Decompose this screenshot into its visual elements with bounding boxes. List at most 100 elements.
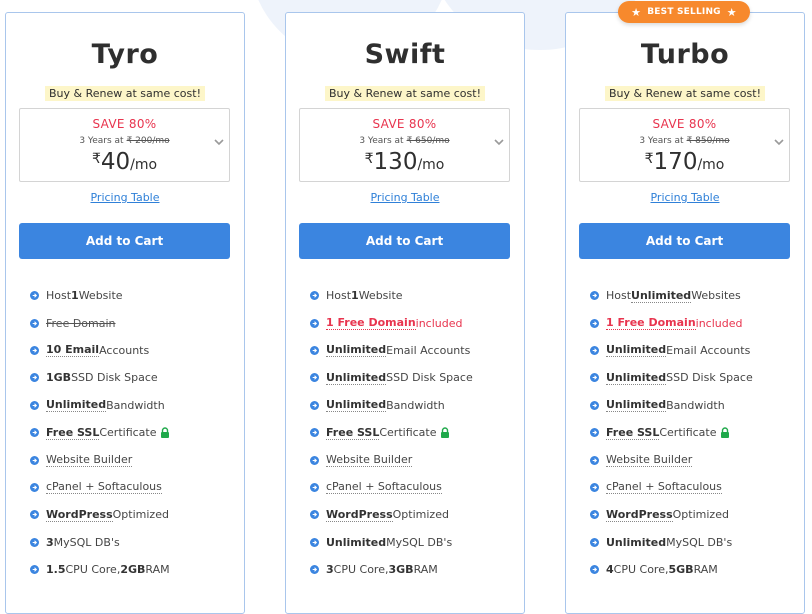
arrow-circle-right-icon — [310, 482, 319, 492]
feature-websites: Host 1 Website — [30, 282, 170, 309]
arrow-circle-right-icon — [590, 428, 599, 438]
price-period: /mo — [697, 157, 725, 173]
arrow-circle-right-icon — [310, 291, 319, 301]
feature-wordpress: WordPress Optimized — [310, 501, 473, 528]
price-period: /mo — [130, 157, 158, 173]
old-price: ₹ 850/mo — [686, 136, 730, 146]
arrow-circle-right-icon — [590, 373, 599, 383]
feature-ssl: Free SSL Certificate — [590, 419, 753, 446]
chevron-down-icon[interactable] — [212, 135, 226, 149]
feature-ssl: Free SSL Certificate — [30, 419, 170, 446]
term-label: 3 Years at — [639, 136, 684, 146]
arrow-circle-right-icon — [30, 482, 39, 492]
feature-domain: Free Domain — [30, 309, 170, 336]
price-amount: 130 — [373, 149, 418, 175]
price: ₹40/mo — [20, 149, 229, 175]
term-text: 3 Years at ₹ 200/mo — [20, 136, 229, 146]
arrow-circle-right-icon — [30, 400, 39, 410]
star-icon: ★ — [631, 5, 642, 19]
arrow-circle-right-icon — [590, 291, 599, 301]
lock-icon — [720, 427, 729, 439]
feature-mysql: 3 MySQL DB's — [30, 529, 170, 556]
term-text: 3 Years at ₹ 850/mo — [580, 136, 789, 146]
plan-card-turbo: Turbo Buy & Renew at same cost! SAVE 80%… — [565, 12, 805, 614]
term-selector[interactable]: SAVE 80% 3 Years at ₹ 200/mo ₹40/mo — [19, 108, 230, 182]
plan-title: Turbo — [640, 39, 730, 70]
lock-icon — [440, 427, 449, 439]
plan-card-swift: Swift Buy & Renew at same cost! SAVE 80%… — [285, 12, 525, 614]
feature-cpanel: cPanel + Softaculous — [590, 474, 753, 501]
currency-symbol: ₹ — [364, 151, 374, 167]
feature-list: Host Unlimited Websites 1 Free Domain in… — [590, 282, 753, 583]
price: ₹170/mo — [580, 149, 789, 175]
term-label: 3 Years at — [359, 136, 404, 146]
feature-wordpress: WordPress Optimized — [590, 501, 753, 528]
lock-icon — [160, 427, 169, 439]
arrow-circle-right-icon — [310, 455, 319, 465]
arrow-circle-right-icon — [310, 400, 319, 410]
arrow-circle-right-icon — [310, 345, 319, 355]
feature-domain: 1 Free Domain included — [310, 309, 473, 336]
feature-cpu-ram: 3 CPU Core, 3GB RAM — [310, 556, 473, 583]
arrow-circle-right-icon — [30, 510, 39, 520]
arrow-circle-right-icon — [590, 537, 599, 547]
best-selling-badge: ★ BEST SELLING ★ — [618, 1, 750, 23]
arrow-circle-right-icon — [590, 482, 599, 492]
save-label: SAVE 80% — [652, 117, 717, 131]
arrow-circle-right-icon — [310, 537, 319, 547]
pricing-table-link[interactable]: Pricing Table — [566, 191, 804, 204]
arrow-circle-right-icon — [310, 373, 319, 383]
feature-builder: Website Builder — [590, 446, 753, 473]
pricing-table-link[interactable]: Pricing Table — [6, 191, 244, 204]
chevron-down-icon[interactable] — [772, 135, 786, 149]
arrow-circle-right-icon — [310, 510, 319, 520]
feature-cpu-ram: 1.5 CPU Core, 2GB RAM — [30, 556, 170, 583]
currency-symbol: ₹ — [644, 151, 654, 167]
price: ₹130/mo — [300, 149, 509, 175]
badge-label: BEST SELLING — [647, 7, 721, 17]
plan-tagline: Buy & Renew at same cost! — [325, 86, 485, 101]
chevron-down-icon[interactable] — [492, 135, 506, 149]
feature-cpanel: cPanel + Softaculous — [30, 474, 170, 501]
plan-title: Swift — [364, 39, 446, 70]
arrow-circle-right-icon — [590, 510, 599, 520]
term-selector[interactable]: SAVE 80% 3 Years at ₹ 850/mo ₹170/mo — [579, 108, 790, 182]
add-to-cart-button[interactable]: Add to Cart — [579, 223, 790, 259]
feature-websites: Host Unlimited Websites — [590, 282, 753, 309]
old-price: ₹ 650/mo — [406, 136, 450, 146]
arrow-circle-right-icon — [310, 565, 319, 575]
term-label: 3 Years at — [79, 136, 124, 146]
price-amount: 170 — [653, 149, 698, 175]
feature-mysql: Unlimited MySQL DB's — [590, 529, 753, 556]
feature-email: Unlimited Email Accounts — [590, 337, 753, 364]
feature-mysql: Unlimited MySQL DB's — [310, 529, 473, 556]
term-selector[interactable]: SAVE 80% 3 Years at ₹ 650/mo ₹130/mo — [299, 108, 510, 182]
feature-email: 10 Email Accounts — [30, 337, 170, 364]
arrow-circle-right-icon — [590, 318, 599, 328]
old-price: ₹ 200/mo — [126, 136, 170, 146]
arrow-circle-right-icon — [310, 318, 319, 328]
arrow-circle-right-icon — [30, 318, 39, 328]
feature-email: Unlimited Email Accounts — [310, 337, 473, 364]
feature-builder: Website Builder — [30, 446, 170, 473]
arrow-circle-right-icon — [30, 291, 39, 301]
feature-bandwidth: Unlimited Bandwidth — [590, 392, 753, 419]
plan-card-tyro: Tyro Buy & Renew at same cost! SAVE 80% … — [5, 12, 245, 614]
feature-cpanel: cPanel + Softaculous — [310, 474, 473, 501]
feature-disk: Unlimited SSD Disk Space — [310, 364, 473, 391]
arrow-circle-right-icon — [30, 428, 39, 438]
add-to-cart-button[interactable]: Add to Cart — [19, 223, 230, 259]
feature-list: Host 1 Website 1 Free Domain included Un… — [310, 282, 473, 583]
save-label: SAVE 80% — [372, 117, 437, 131]
arrow-circle-right-icon — [590, 565, 599, 575]
arrow-circle-right-icon — [590, 400, 599, 410]
plan-tagline: Buy & Renew at same cost! — [45, 86, 205, 101]
price-period: /mo — [417, 157, 445, 173]
feature-builder: Website Builder — [310, 446, 473, 473]
save-label: SAVE 80% — [92, 117, 157, 131]
feature-disk: Unlimited SSD Disk Space — [590, 364, 753, 391]
pricing-table-link[interactable]: Pricing Table — [286, 191, 524, 204]
add-to-cart-button[interactable]: Add to Cart — [299, 223, 510, 259]
feature-ssl: Free SSL Certificate — [310, 419, 473, 446]
feature-disk: 1GB SSD Disk Space — [30, 364, 170, 391]
